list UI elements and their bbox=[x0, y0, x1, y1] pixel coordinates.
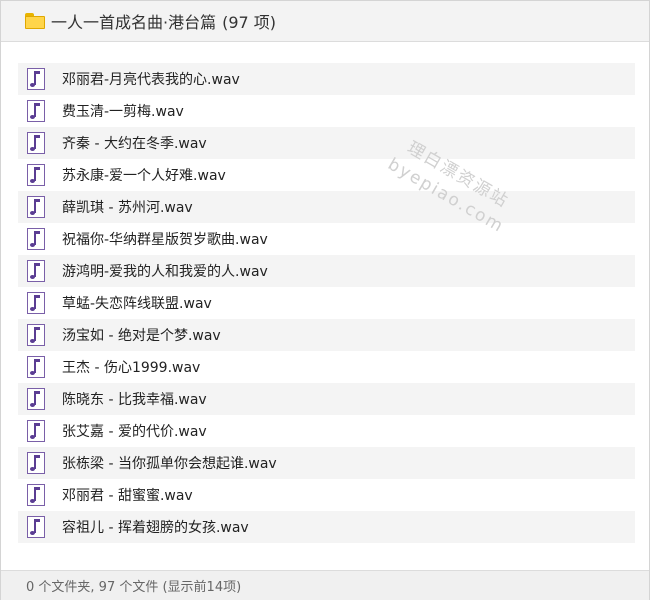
file-row[interactable]: 游鸿明-爱我的人和我爱的人.wav bbox=[18, 255, 635, 287]
status-bar: 0 个文件夹, 97 个文件 (显示前14项) bbox=[1, 570, 649, 600]
folder-title-text: 一人一首成名曲·港台篇 bbox=[51, 13, 217, 32]
folder-icon bbox=[25, 13, 45, 29]
file-row[interactable]: 费玉清-一剪梅.wav bbox=[18, 95, 635, 127]
audio-file-icon bbox=[27, 388, 45, 410]
file-name: 邓丽君 - 甜蜜蜜.wav bbox=[62, 488, 193, 504]
audio-file-icon bbox=[27, 260, 45, 282]
file-row[interactable]: 张栋梁 - 当你孤单你会想起谁.wav bbox=[18, 447, 635, 479]
file-name: 薛凯琪 - 苏州河.wav bbox=[62, 200, 193, 216]
audio-file-icon bbox=[27, 132, 45, 154]
file-name: 邓丽君-月亮代表我的心.wav bbox=[62, 72, 240, 88]
file-row[interactable]: 张艾嘉 - 爱的代价.wav bbox=[18, 415, 635, 447]
window-frame: 一人一首成名曲·港台篇 (97 项) 邓丽君-月亮代表我的心.wav 费玉清-一剪梅… bbox=[0, 0, 650, 600]
audio-file-icon bbox=[27, 228, 45, 250]
file-name: 苏永康-爱一个人好难.wav bbox=[62, 168, 226, 184]
file-list: 邓丽君-月亮代表我的心.wav 费玉清-一剪梅.wav 齐秦 - 大约在冬季.wav… bbox=[18, 63, 635, 543]
file-row[interactable]: 邓丽君 - 甜蜜蜜.wav bbox=[18, 479, 635, 511]
file-name: 王杰 - 伤心1999.wav bbox=[62, 360, 201, 376]
audio-file-icon bbox=[27, 452, 45, 474]
file-name: 齐秦 - 大约在冬季.wav bbox=[62, 136, 207, 152]
audio-file-icon bbox=[27, 68, 45, 90]
item-count: (97 项) bbox=[222, 13, 277, 32]
audio-file-icon bbox=[27, 292, 45, 314]
file-row[interactable]: 陈晓东 - 比我幸福.wav bbox=[18, 383, 635, 415]
file-name: 费玉清-一剪梅.wav bbox=[62, 104, 184, 120]
audio-file-icon bbox=[27, 100, 45, 122]
folder-title: 一人一首成名曲·港台篇 (97 项) bbox=[51, 9, 276, 33]
audio-file-icon bbox=[27, 324, 45, 346]
audio-file-icon bbox=[27, 484, 45, 506]
file-row[interactable]: 草蜢-失恋阵线联盟.wav bbox=[18, 287, 635, 319]
audio-file-icon bbox=[27, 420, 45, 442]
file-name: 祝福你-华纳群星版贺岁歌曲.wav bbox=[62, 232, 268, 248]
file-name: 张栋梁 - 当你孤单你会想起谁.wav bbox=[62, 456, 277, 472]
file-row[interactable]: 齐秦 - 大约在冬季.wav bbox=[18, 127, 635, 159]
file-row[interactable]: 容祖儿 - 挥着翅膀的女孩.wav bbox=[18, 511, 635, 543]
file-row[interactable]: 王杰 - 伤心1999.wav bbox=[18, 351, 635, 383]
file-row[interactable]: 汤宝如 - 绝对是个梦.wav bbox=[18, 319, 635, 351]
file-name: 陈晓东 - 比我幸福.wav bbox=[62, 392, 207, 408]
file-row[interactable]: 祝福你-华纳群星版贺岁歌曲.wav bbox=[18, 223, 635, 255]
status-text: 0 个文件夹, 97 个文件 (显示前14项) bbox=[26, 580, 242, 595]
file-name: 游鸿明-爱我的人和我爱的人.wav bbox=[62, 264, 268, 280]
file-name: 张艾嘉 - 爱的代价.wav bbox=[62, 424, 207, 440]
audio-file-icon bbox=[27, 164, 45, 186]
file-name: 草蜢-失恋阵线联盟.wav bbox=[62, 296, 212, 312]
file-row[interactable]: 薛凯琪 - 苏州河.wav bbox=[18, 191, 635, 223]
audio-file-icon bbox=[27, 356, 45, 378]
header-bar: 一人一首成名曲·港台篇 (97 项) bbox=[1, 1, 649, 42]
file-name: 汤宝如 - 绝对是个梦.wav bbox=[62, 328, 221, 344]
audio-file-icon bbox=[27, 196, 45, 218]
audio-file-icon bbox=[27, 516, 45, 538]
file-name: 容祖儿 - 挥着翅膀的女孩.wav bbox=[62, 520, 249, 536]
file-row[interactable]: 苏永康-爱一个人好难.wav bbox=[18, 159, 635, 191]
file-row[interactable]: 邓丽君-月亮代表我的心.wav bbox=[18, 63, 635, 95]
